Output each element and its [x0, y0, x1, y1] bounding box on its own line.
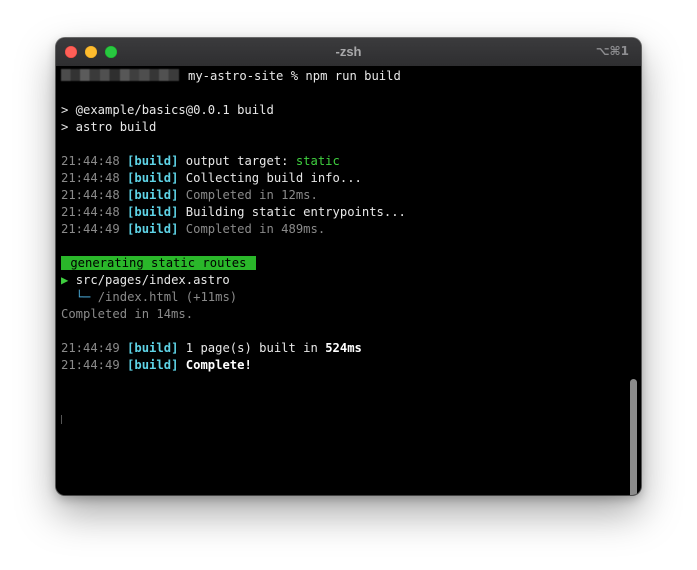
log-line: 21:44:48 [build] Collecting build info..…: [61, 170, 362, 187]
prompt-directory: my-astro-site: [188, 69, 284, 83]
log-tag: [build]: [127, 205, 179, 219]
route-source-page: src/pages/index.astro: [75, 273, 230, 287]
log-timestamp: 21:44:48: [61, 188, 120, 202]
route-output-path: /index.html: [97, 290, 179, 304]
summary-line: 21:44:49 [build] Complete!: [61, 357, 252, 374]
routes-header-line: generating static routes: [61, 255, 256, 272]
log-timestamp: 21:44:48: [61, 205, 120, 219]
title-bar[interactable]: -zsh ⌥⌘1: [56, 38, 641, 67]
log-line: 21:44:48 [build] Completed in 12ms.: [61, 187, 318, 204]
prompt-line: my-astro-site % npm run build: [61, 68, 401, 85]
log-timestamp: 21:44:48: [61, 171, 120, 185]
build-complete-text: Complete!: [185, 358, 252, 372]
build-duration: 524ms: [325, 341, 362, 355]
log-text: Collecting build info...: [185, 171, 362, 185]
triangle-right-icon: ▶: [61, 273, 69, 287]
scrollbar-thumb[interactable]: [630, 379, 637, 495]
log-text: Completed in 489ms.: [185, 222, 326, 236]
redacted-username: [61, 69, 179, 81]
log-timestamp: 21:44:48: [61, 154, 120, 168]
log-text: 1 page(s) built in: [185, 341, 326, 355]
route-source-line: ▶ src/pages/index.astro: [61, 272, 230, 289]
routes-header-badge: generating static routes: [61, 256, 256, 270]
tree-branch-icon: └─: [75, 290, 91, 304]
routes-completed-line: Completed in 14ms.: [61, 307, 194, 321]
log-text: Completed in 12ms.: [185, 188, 318, 202]
log-tag: [build]: [127, 154, 179, 168]
window-shortcut: ⌥⌘1: [595, 44, 629, 58]
log-tag: [build]: [127, 358, 179, 372]
log-line: 21:44:48 [build] Building static entrypo…: [61, 204, 406, 221]
log-tag: [build]: [127, 171, 179, 185]
log-tag: [build]: [127, 188, 179, 202]
output-target-value: static: [295, 154, 340, 168]
log-text: output target:: [185, 154, 296, 168]
npm-script-line: > @example/basics@0.0.1 build: [61, 103, 274, 117]
log-timestamp: 21:44:49: [61, 358, 120, 372]
log-timestamp: 21:44:49: [61, 222, 120, 236]
log-text: Building static entrypoints...: [185, 205, 406, 219]
prompt-symbol: %: [290, 69, 299, 83]
log-tag: [build]: [127, 222, 179, 236]
log-line: 21:44:49 [build] Completed in 489ms.: [61, 221, 325, 238]
route-output-line: └─ /index.html (+11ms): [61, 289, 237, 306]
terminal-window: -zsh ⌥⌘1 my-astro-site % npm run build >…: [56, 38, 641, 495]
log-timestamp: 21:44:49: [61, 341, 120, 355]
npm-command-line: > astro build: [61, 120, 157, 134]
route-output-time: (+11ms): [185, 290, 238, 304]
text-cursor: [61, 415, 62, 424]
window-title: -zsh: [335, 44, 362, 59]
log-tag: [build]: [127, 341, 179, 355]
log-line: 21:44:48 [build] output target: static: [61, 153, 340, 170]
summary-line: 21:44:49 [build] 1 page(s) built in 524m…: [61, 340, 362, 357]
prompt-command: npm run build: [305, 69, 401, 83]
terminal-output[interactable]: my-astro-site % npm run build > @example…: [56, 67, 641, 495]
